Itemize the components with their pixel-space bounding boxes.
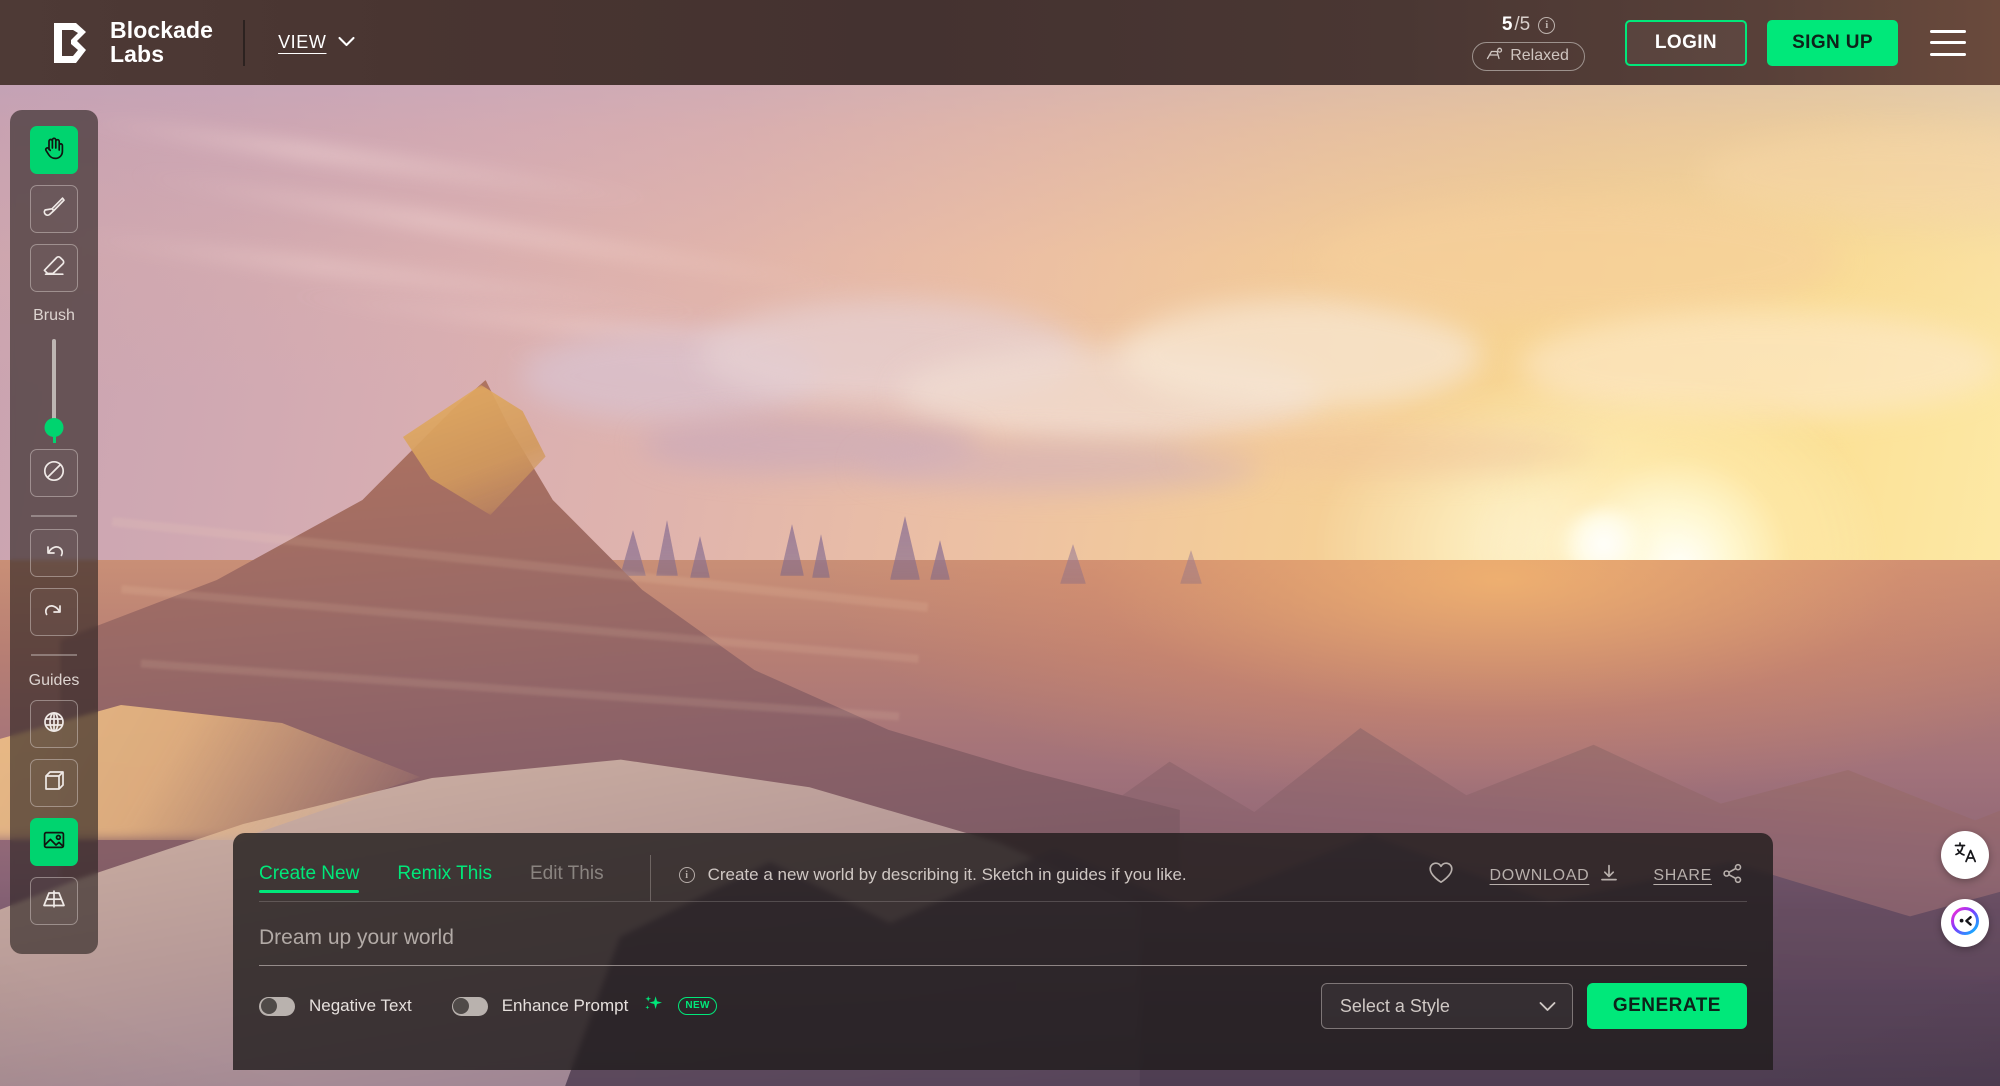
eraser-icon	[41, 253, 67, 284]
toolbar-divider	[31, 654, 77, 656]
assistant-button[interactable]	[1941, 899, 1989, 947]
hand-icon	[41, 135, 67, 166]
undo-button[interactable]	[30, 529, 78, 577]
download-button[interactable]: DOWNLOAD	[1490, 863, 1620, 888]
view-menu-label: VIEW	[278, 32, 327, 52]
perspective-grid-icon	[41, 886, 67, 917]
guide-horizon[interactable]	[30, 877, 78, 925]
panel-header-divider	[649, 855, 651, 901]
undo-arrow-icon	[41, 538, 67, 569]
paintbrush-icon	[41, 194, 67, 225]
hamburger-menu-icon[interactable]	[1930, 29, 1966, 56]
info-icon[interactable]: i	[1538, 16, 1556, 34]
image-photo-icon	[41, 827, 67, 858]
credits-indicator[interactable]: 5 /5 i Relaxed	[1472, 14, 1585, 71]
brand-name-line2: Labs	[110, 40, 165, 67]
pan-hand-tool[interactable]	[30, 126, 78, 174]
queue-mode-label: Relaxed	[1510, 47, 1569, 64]
prompt-field-wrapper	[233, 902, 1773, 966]
prohibited-circle-icon	[41, 458, 67, 489]
negative-text-toggle[interactable]	[259, 996, 295, 1016]
style-select-value: Select a Style	[1339, 995, 1450, 1016]
negative-text-toggle-group: Negative Text	[259, 996, 412, 1016]
sparkles-icon	[642, 993, 664, 1020]
blockade-labs-skybox-app: Blockade Labs VIEW 5 /5 i Relaxed LOGIN …	[0, 0, 2000, 1086]
credits-count-row: 5 /5 i	[1501, 14, 1556, 36]
generate-button[interactable]: GENERATE	[1586, 983, 1747, 1029]
enhance-prompt-label: Enhance Prompt	[501, 996, 629, 1015]
prompt-input[interactable]	[259, 902, 1747, 966]
top-navigation-bar: Blockade Labs VIEW 5 /5 i Relaxed LOGIN …	[0, 0, 2000, 85]
brush-tool[interactable]	[30, 185, 78, 233]
tab-create-new[interactable]: Create New	[259, 833, 360, 902]
hamburger-line	[1930, 41, 1966, 44]
style-select[interactable]: Select a Style	[1320, 983, 1573, 1029]
download-label: DOWNLOAD	[1489, 866, 1590, 884]
panel-header-actions: DOWNLOAD SHARE	[1428, 861, 1743, 890]
brush-size-slider-handle[interactable]	[44, 418, 64, 437]
brand-name-line1: Blockade	[110, 17, 214, 44]
toggle-knob	[260, 998, 277, 1014]
topbar-divider	[243, 19, 246, 66]
guide-structure[interactable]	[30, 759, 78, 807]
panel-tabs: Create New Remix This Edit This	[259, 833, 642, 902]
brush-size-label: Brush	[33, 307, 75, 324]
signup-button[interactable]: SIGN UP	[1767, 19, 1898, 66]
tab-remix-this[interactable]: Remix This	[397, 833, 492, 902]
assistant-face-icon	[1950, 906, 1980, 941]
download-arrow-icon	[1599, 863, 1619, 888]
brush-size-slider[interactable]	[44, 339, 64, 437]
queue-mode-badge[interactable]: Relaxed	[1472, 42, 1585, 71]
login-button[interactable]: LOGIN	[1624, 19, 1748, 66]
left-tool-panel: Brush Guides	[10, 110, 98, 954]
share-button[interactable]: SHARE	[1653, 863, 1743, 889]
heart-outline-icon[interactable]	[1428, 861, 1454, 890]
lounge-chair-icon	[1486, 47, 1503, 65]
panel-header: Create New Remix This Edit This i Create…	[233, 833, 1773, 901]
view-menu-button[interactable]: VIEW	[278, 32, 356, 53]
panel-footer: Negative Text Enhance Prompt NEW Select …	[233, 966, 1773, 1046]
enhance-prompt-toggle[interactable]	[451, 996, 488, 1016]
translate-language-icon	[1952, 839, 1979, 871]
blockade-b-logo-icon	[52, 21, 92, 65]
hamburger-line	[1930, 52, 1966, 56]
panel-hint-text: Create a new world by describing it. Ske…	[707, 865, 1187, 884]
info-icon: i	[678, 867, 695, 883]
generation-panel: Create New Remix This Edit This i Create…	[233, 833, 1773, 1070]
new-badge: NEW	[678, 997, 717, 1015]
negative-text-label: Negative Text	[309, 996, 412, 1015]
share-nodes-icon	[1722, 863, 1743, 889]
translate-button[interactable]	[1941, 831, 1989, 879]
cube-wireframe-icon	[41, 768, 67, 799]
redo-arrow-icon	[41, 597, 67, 628]
toolbar-divider	[31, 515, 77, 517]
credits-total: /5	[1514, 14, 1531, 35]
guide-image[interactable]	[30, 818, 78, 866]
chevron-down-icon	[338, 34, 356, 52]
no-guide-tool[interactable]	[30, 449, 78, 497]
panel-hint: i Create a new world by describing it. S…	[678, 865, 1187, 885]
brand-logo[interactable]: Blockade Labs	[52, 17, 214, 67]
hamburger-line	[1930, 29, 1966, 33]
eraser-tool[interactable]	[30, 244, 78, 292]
guides-label: Guides	[28, 672, 80, 689]
share-label: SHARE	[1653, 866, 1712, 884]
globe-icon	[41, 709, 67, 740]
chevron-down-icon	[1539, 996, 1556, 1017]
tab-edit-this: Edit This	[530, 863, 604, 884]
credits-used: 5	[1501, 14, 1513, 35]
toggle-knob	[453, 998, 470, 1014]
redo-button[interactable]	[30, 588, 78, 636]
brand-name: Blockade Labs	[110, 17, 214, 67]
guide-sky[interactable]	[30, 700, 78, 748]
enhance-prompt-toggle-group: Enhance Prompt NEW	[451, 993, 717, 1020]
